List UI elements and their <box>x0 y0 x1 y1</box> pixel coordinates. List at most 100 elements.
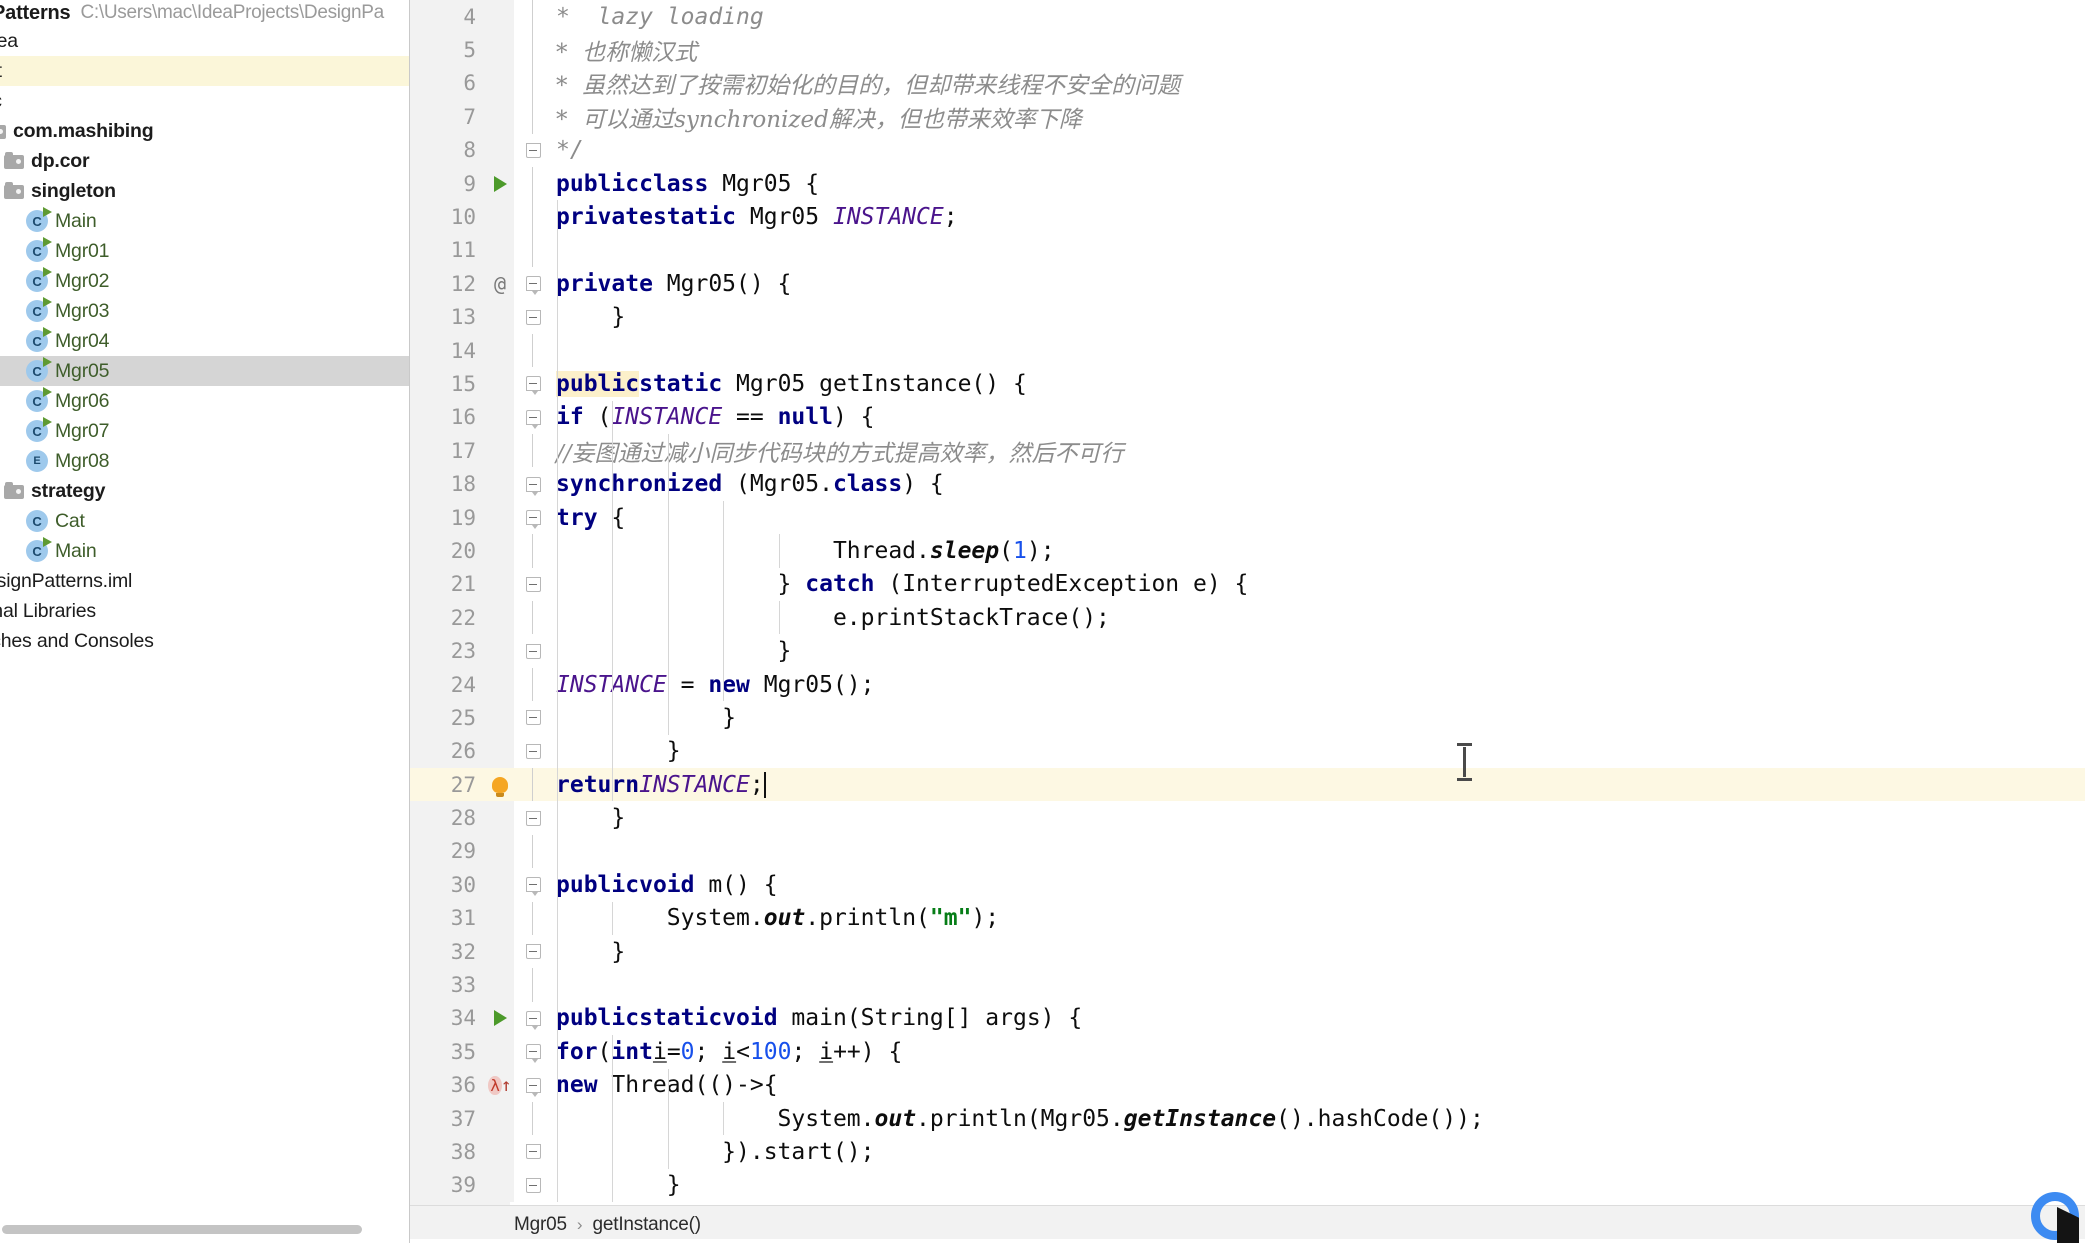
code-text[interactable]: } <box>556 735 681 768</box>
code-text[interactable]: } <box>556 701 736 734</box>
code-line-30[interactable]: 30 public void m() { <box>410 868 2085 902</box>
code-line-5[interactable]: 5 * 也称懒汉式 <box>410 33 2085 67</box>
code-line-32[interactable]: 32 } <box>410 934 2085 969</box>
intention-bulb-icon[interactable] <box>486 767 514 802</box>
code-line-37[interactable]: 37 System. out .println(Mgr05. getInstance(… <box>410 1101 2085 1136</box>
code-line-13[interactable]: 13 } <box>410 300 2085 334</box>
annotation-gutter-icon[interactable]: @ <box>486 267 514 301</box>
tree-item-mgr03[interactable]: C Mgr03 <box>0 296 409 326</box>
code-line-38[interactable]: 38 }).start(); <box>410 1135 2085 1169</box>
code-text[interactable]: //妄图通过减小同步代码块的方式提高效率，然后不可行 <box>556 434 1124 467</box>
code-editor[interactable]: 4 * lazy loading 5 * 也称懒汉式 6 * 虽然达到了按需初始化的… <box>410 0 2085 1243</box>
code-fold-toggle-icon[interactable] <box>520 301 546 334</box>
code-text[interactable]: e.printStackTrace(); <box>556 601 1110 634</box>
tree-item-mgr07[interactable]: C Mgr07 <box>0 416 409 446</box>
code-text[interactable]: * 虽然达到了按需初始化的目的，但却带来线程不安全的问题 <box>556 67 1180 100</box>
code-line-29[interactable]: 29 <box>410 834 2085 869</box>
code-line-33[interactable]: 33 <box>410 968 2085 1002</box>
code-text[interactable]: } catch (InterruptedException e) { <box>556 568 1249 601</box>
code-fold-toggle-icon[interactable] <box>520 1169 546 1202</box>
code-line-21[interactable]: 21 } catch (InterruptedException e) { <box>410 567 2085 602</box>
code-text[interactable]: System. out .println("m"); <box>556 902 999 935</box>
code-text[interactable]: public void m() { <box>556 868 778 901</box>
tree-item-dea[interactable]: dea <box>0 26 409 56</box>
scrollbar-thumb[interactable] <box>2 1225 362 1234</box>
code-fold-toggle-icon[interactable] <box>520 1035 546 1068</box>
code-line-27[interactable]: 27 return INSTANCE; <box>410 767 2085 802</box>
code-text[interactable]: } <box>556 301 625 334</box>
code-fold-toggle-icon[interactable] <box>520 735 546 768</box>
code-line-20[interactable]: 20 Thread. sleep(1); <box>410 534 2085 568</box>
code-text[interactable]: } <box>556 935 625 968</box>
code-text[interactable]: private static Mgr05 INSTANCE; <box>556 200 958 233</box>
code-fold-toggle-icon[interactable] <box>520 134 546 167</box>
tree-item-rnal-libraries[interactable]: rnal Libraries <box>0 596 409 626</box>
code-line-15[interactable]: 15 public static Mgr05 getInstance() { <box>410 367 2085 401</box>
sidebar-horizontal-scrollbar[interactable] <box>0 1225 409 1235</box>
code-line-25[interactable]: 25 } <box>410 701 2085 735</box>
code-text[interactable]: try { <box>556 501 625 534</box>
code-text[interactable]: } <box>556 801 625 834</box>
code-text[interactable]: Thread. sleep(1); <box>556 534 1055 567</box>
code-text[interactable]: private Mgr05() { <box>556 267 791 300</box>
code-line-39[interactable]: 39 } <box>410 1168 2085 1203</box>
run-gutter-icon[interactable] <box>486 166 514 201</box>
project-tool-window[interactable]: gnPatterns C:\Users\mac\IdeaProjects\Des… <box>0 0 410 1243</box>
tree-item-main[interactable]: C Main <box>0 536 409 566</box>
code-line-11[interactable]: 11 <box>410 233 2085 268</box>
code-fold-toggle-icon[interactable] <box>520 1002 546 1035</box>
code-text[interactable]: if (INSTANCE == null) { <box>556 401 875 434</box>
code-fold-toggle-icon[interactable] <box>520 501 546 534</box>
tree-item-mgr06[interactable]: C Mgr06 <box>0 386 409 416</box>
code-text[interactable]: * lazy loading <box>556 0 764 33</box>
code-line-22[interactable]: 22 e.printStackTrace(); <box>410 601 2085 635</box>
code-text[interactable]: return INSTANCE; <box>556 768 766 801</box>
code-line-9[interactable]: 9 public class Mgr05 { <box>410 166 2085 201</box>
tree-item-mgr08[interactable]: E Mgr08 <box>0 446 409 476</box>
tree-item-mgr01[interactable]: C Mgr01 <box>0 236 409 266</box>
code-text[interactable]: public static void main(String[] args) { <box>556 1002 1082 1035</box>
code-line-31[interactable]: 31 System. out .println("m"); <box>410 901 2085 935</box>
code-line-35[interactable]: 35 for(int i = 0; i <100; i ++) { <box>410 1035 2085 1069</box>
project-header-row[interactable]: gnPatterns C:\Users\mac\IdeaProjects\Des… <box>0 0 409 26</box>
code-text[interactable]: } <box>556 634 792 667</box>
code-fold-toggle-icon[interactable] <box>520 267 546 300</box>
code-text[interactable]: } <box>556 1169 681 1202</box>
code-line-34[interactable]: 34 public static void main(String[] args… <box>410 1001 2085 1036</box>
code-fold-toggle-icon[interactable] <box>520 701 546 734</box>
code-text[interactable]: * 也称懒汉式 <box>556 33 697 66</box>
code-line-10[interactable]: 10 private static Mgr05 INSTANCE; <box>410 200 2085 234</box>
code-text[interactable]: INSTANCE = new Mgr05(); <box>556 668 875 701</box>
tree-item-mgr02[interactable]: C Mgr02 <box>0 266 409 296</box>
code-line-28[interactable]: 28 } <box>410 801 2085 835</box>
tree-item-strategy[interactable]: ⌄strategy <box>0 476 409 506</box>
tree-item-mgr05[interactable]: C Mgr05 <box>0 356 409 386</box>
code-line-14[interactable]: 14 <box>410 333 2085 368</box>
code-line-7[interactable]: 7 * 可以通过synchronized解决，但也带来效率下降 <box>410 100 2085 134</box>
code-line-36[interactable]: 36 λ ↑ new Thread(()->{ <box>410 1068 2085 1102</box>
code-text[interactable]: synchronized (Mgr05. class) { <box>556 467 944 500</box>
code-line-16[interactable]: 16 if (INSTANCE == null) { <box>410 400 2085 435</box>
code-text[interactable]: public class Mgr05 { <box>556 167 819 200</box>
tree-item-tches-and-consoles[interactable]: tches and Consoles <box>0 626 409 656</box>
code-text[interactable]: System. out .println(Mgr05. getInstance ().h… <box>556 1102 1484 1135</box>
code-line-4[interactable]: 4 * lazy loading <box>410 0 2085 34</box>
code-fold-toggle-icon[interactable] <box>520 1135 546 1168</box>
code-line-12[interactable]: 12 @ private Mgr05() { <box>410 267 2085 301</box>
code-fold-toggle-icon[interactable] <box>520 1069 546 1102</box>
code-fold-toggle-icon[interactable] <box>520 467 546 500</box>
code-fold-toggle-icon[interactable] <box>520 367 546 400</box>
code-fold-toggle-icon[interactable] <box>520 801 546 834</box>
code-line-23[interactable]: 23 } <box>410 634 2085 668</box>
breadcrumb-method[interactable]: getInstance() <box>593 1214 701 1236</box>
project-tree[interactable]: gnPatterns C:\Users\mac\IdeaProjects\Des… <box>0 0 409 656</box>
tree-item-dp-cor[interactable]: ›dp.cor <box>0 146 409 176</box>
tree-item-ut[interactable]: ut <box>0 56 409 86</box>
breadcrumb-class[interactable]: Mgr05 <box>514 1214 567 1236</box>
code-fold-toggle-icon[interactable] <box>520 568 546 601</box>
code-fold-toggle-icon[interactable] <box>520 935 546 968</box>
code-line-18[interactable]: 18 synchronized (Mgr05. class) { <box>410 467 2085 501</box>
lambda-gutter-icon[interactable]: λ ↑ <box>486 1068 514 1102</box>
code-text[interactable]: public static Mgr05 getInstance() { <box>556 367 1027 400</box>
tree-item-mgr04[interactable]: C Mgr04 <box>0 326 409 356</box>
